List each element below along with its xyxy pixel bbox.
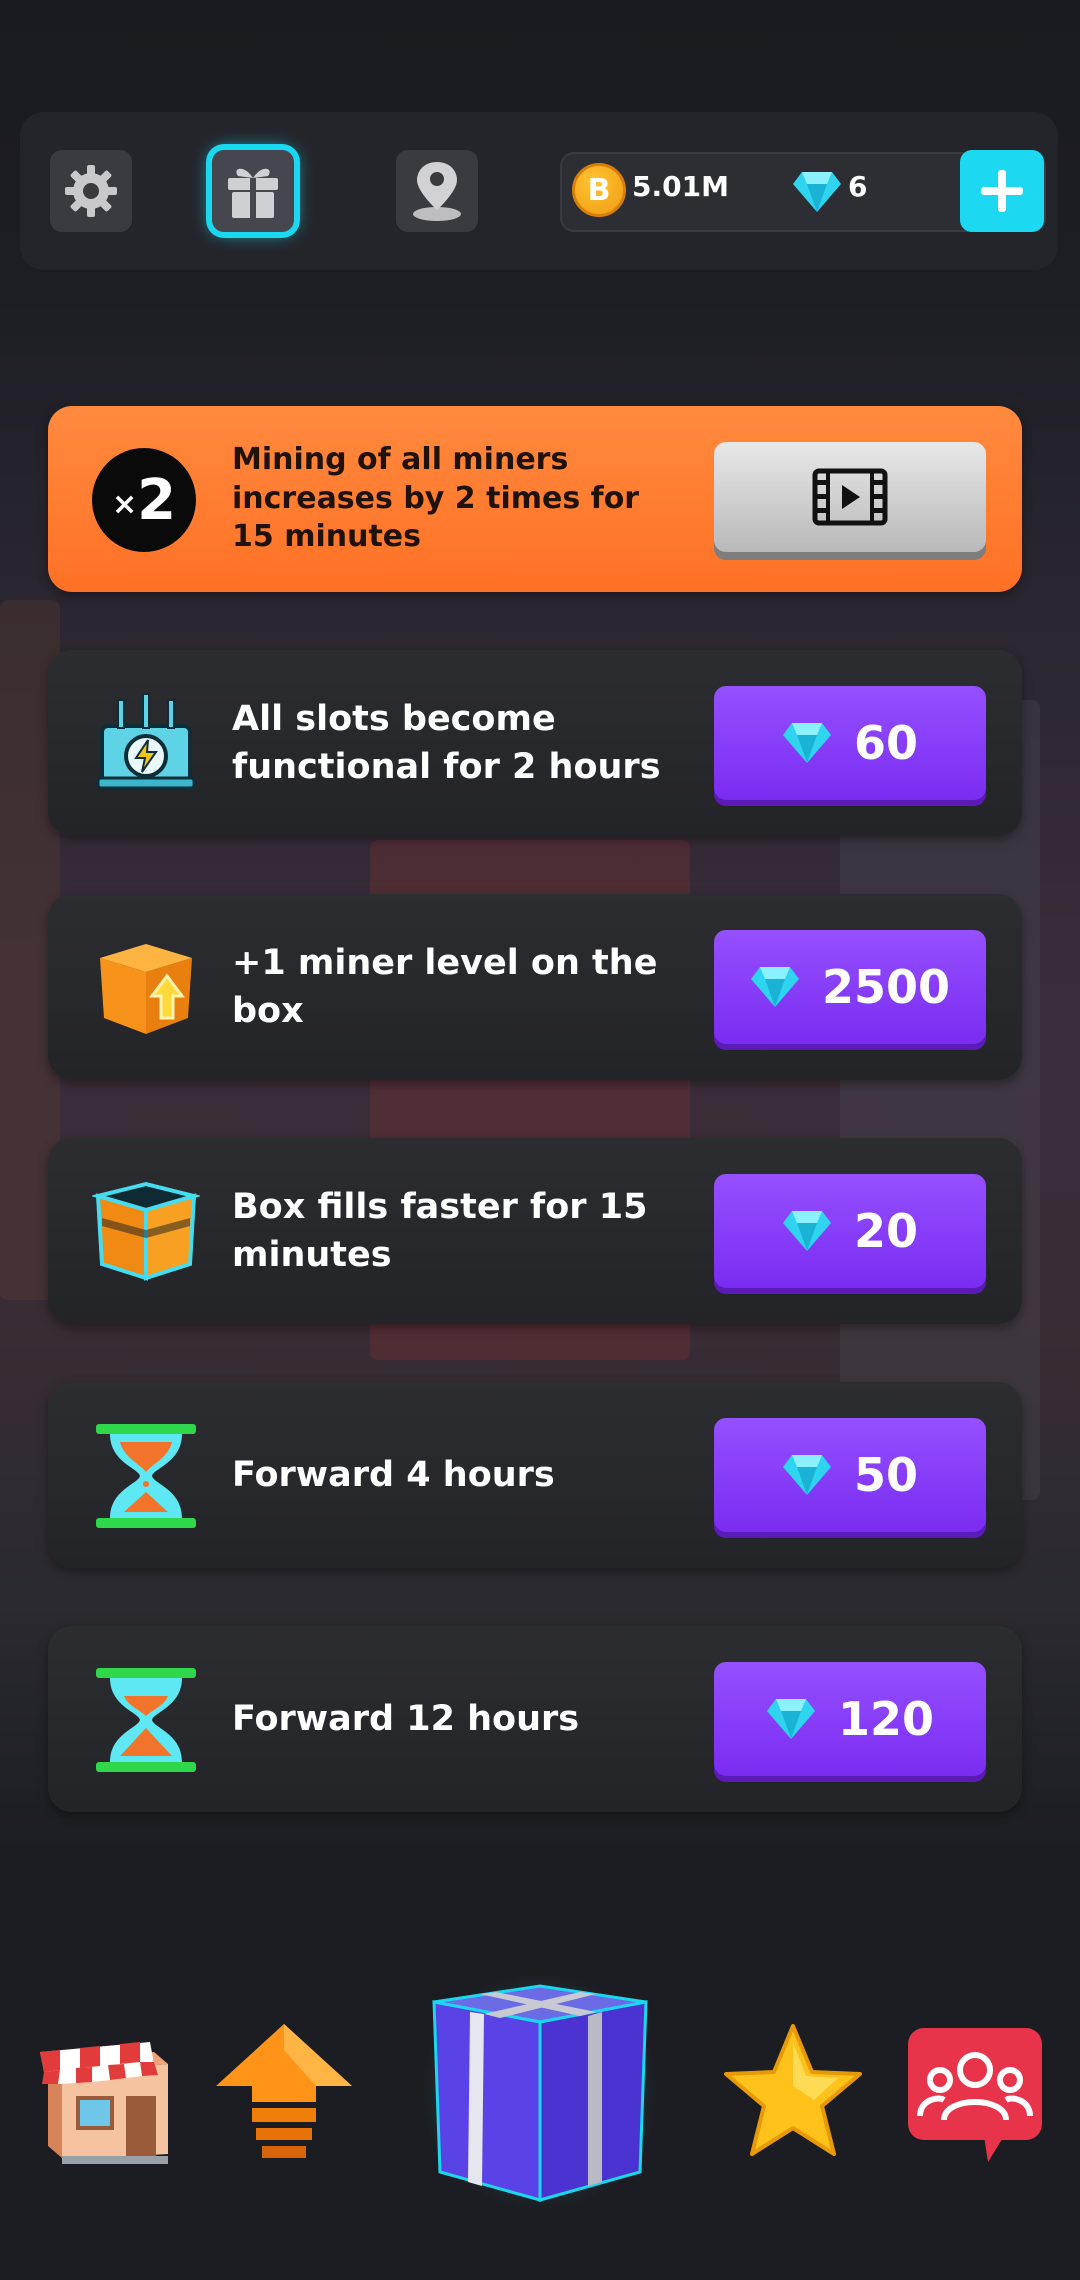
- nav-gifts[interactable]: [420, 1972, 660, 2212]
- gem-icon: [792, 170, 842, 218]
- buy-fill-button[interactable]: 20: [714, 1174, 986, 1288]
- offer-description: Forward 12 hours: [232, 1698, 580, 1739]
- gift-box-icon: [422, 1974, 658, 2210]
- plus-icon: [981, 170, 1023, 212]
- video-icon: [812, 468, 888, 526]
- friends-icon: [908, 2028, 1042, 2162]
- nav-shop[interactable]: [34, 2020, 176, 2168]
- gift-icon: [228, 168, 278, 218]
- hourglass-icon: [96, 1668, 196, 1772]
- box-fill-icon: [92, 1181, 200, 1281]
- add-currency-button[interactable]: [960, 150, 1044, 232]
- buy-slots-button[interactable]: 60: [714, 686, 986, 800]
- hourglass-icon: [96, 1424, 196, 1528]
- gem-icon: [782, 1211, 831, 1251]
- boost-description: Mining of all miners increases by 2 time…: [232, 442, 640, 555]
- gem-balance: 6: [848, 170, 868, 203]
- power-slots-icon: [96, 693, 196, 790]
- nav-friends[interactable]: [904, 2024, 1046, 2166]
- buy-forward-12-button[interactable]: 120: [714, 1662, 986, 1776]
- price-value: 60: [853, 716, 918, 770]
- nav-upgrade[interactable]: [212, 2020, 356, 2164]
- offer-description: +1 miner level on the box: [232, 942, 658, 1031]
- offer-card-slots: All slots become functional for 2 hours …: [48, 650, 1022, 836]
- offer-description: Box fills faster for 15 minutes: [232, 1186, 648, 1275]
- gem-icon: [782, 723, 831, 763]
- offer-card-level: +1 miner level on the box 2500: [48, 894, 1022, 1080]
- bitcoin-icon: B: [572, 163, 626, 217]
- upgrade-arrow-icon: [216, 2024, 352, 2158]
- x2-badge: × 2: [92, 448, 196, 552]
- price-value: 2500: [821, 960, 951, 1014]
- offer-card-forward-12: Forward 12 hours 120: [48, 1626, 1022, 1812]
- gear-icon: [65, 165, 117, 217]
- coin-balance: 5.01M: [632, 170, 729, 203]
- offer-card-forward-4: Forward 4 hours 50: [48, 1382, 1022, 1568]
- badge-multiplier-number: 2: [137, 467, 177, 533]
- nav-rating[interactable]: [722, 2022, 864, 2164]
- offer-card-fill: Box fills faster for 15 minutes 20: [48, 1138, 1022, 1324]
- price-value: 20: [853, 1204, 918, 1258]
- buy-forward-4-button[interactable]: 50: [714, 1418, 986, 1532]
- price-value: 50: [853, 1448, 918, 1502]
- gem-icon: [766, 1699, 815, 1739]
- map-pin-icon: [413, 162, 461, 221]
- gem-icon: [750, 967, 799, 1007]
- watch-video-button[interactable]: [714, 442, 986, 552]
- gem-icon: [782, 1455, 831, 1495]
- badge-multiplier-sign: ×: [111, 486, 138, 522]
- price-value: 120: [837, 1692, 935, 1746]
- settings-button[interactable]: [50, 150, 132, 232]
- offer-description: All slots become functional for 2 hours: [232, 698, 661, 787]
- map-button[interactable]: [396, 150, 478, 232]
- star-icon: [724, 2024, 862, 2156]
- coin-symbol: B: [587, 172, 611, 208]
- shop-icon: [40, 2042, 168, 2164]
- buy-level-button[interactable]: 2500: [714, 930, 986, 1044]
- boost-card: × 2 Mining of all miners increases by 2 t…: [48, 406, 1022, 592]
- gift-tab-button[interactable]: [212, 150, 294, 232]
- offer-description: Forward 4 hours: [232, 1454, 555, 1495]
- box-level-up-icon: [100, 944, 192, 1034]
